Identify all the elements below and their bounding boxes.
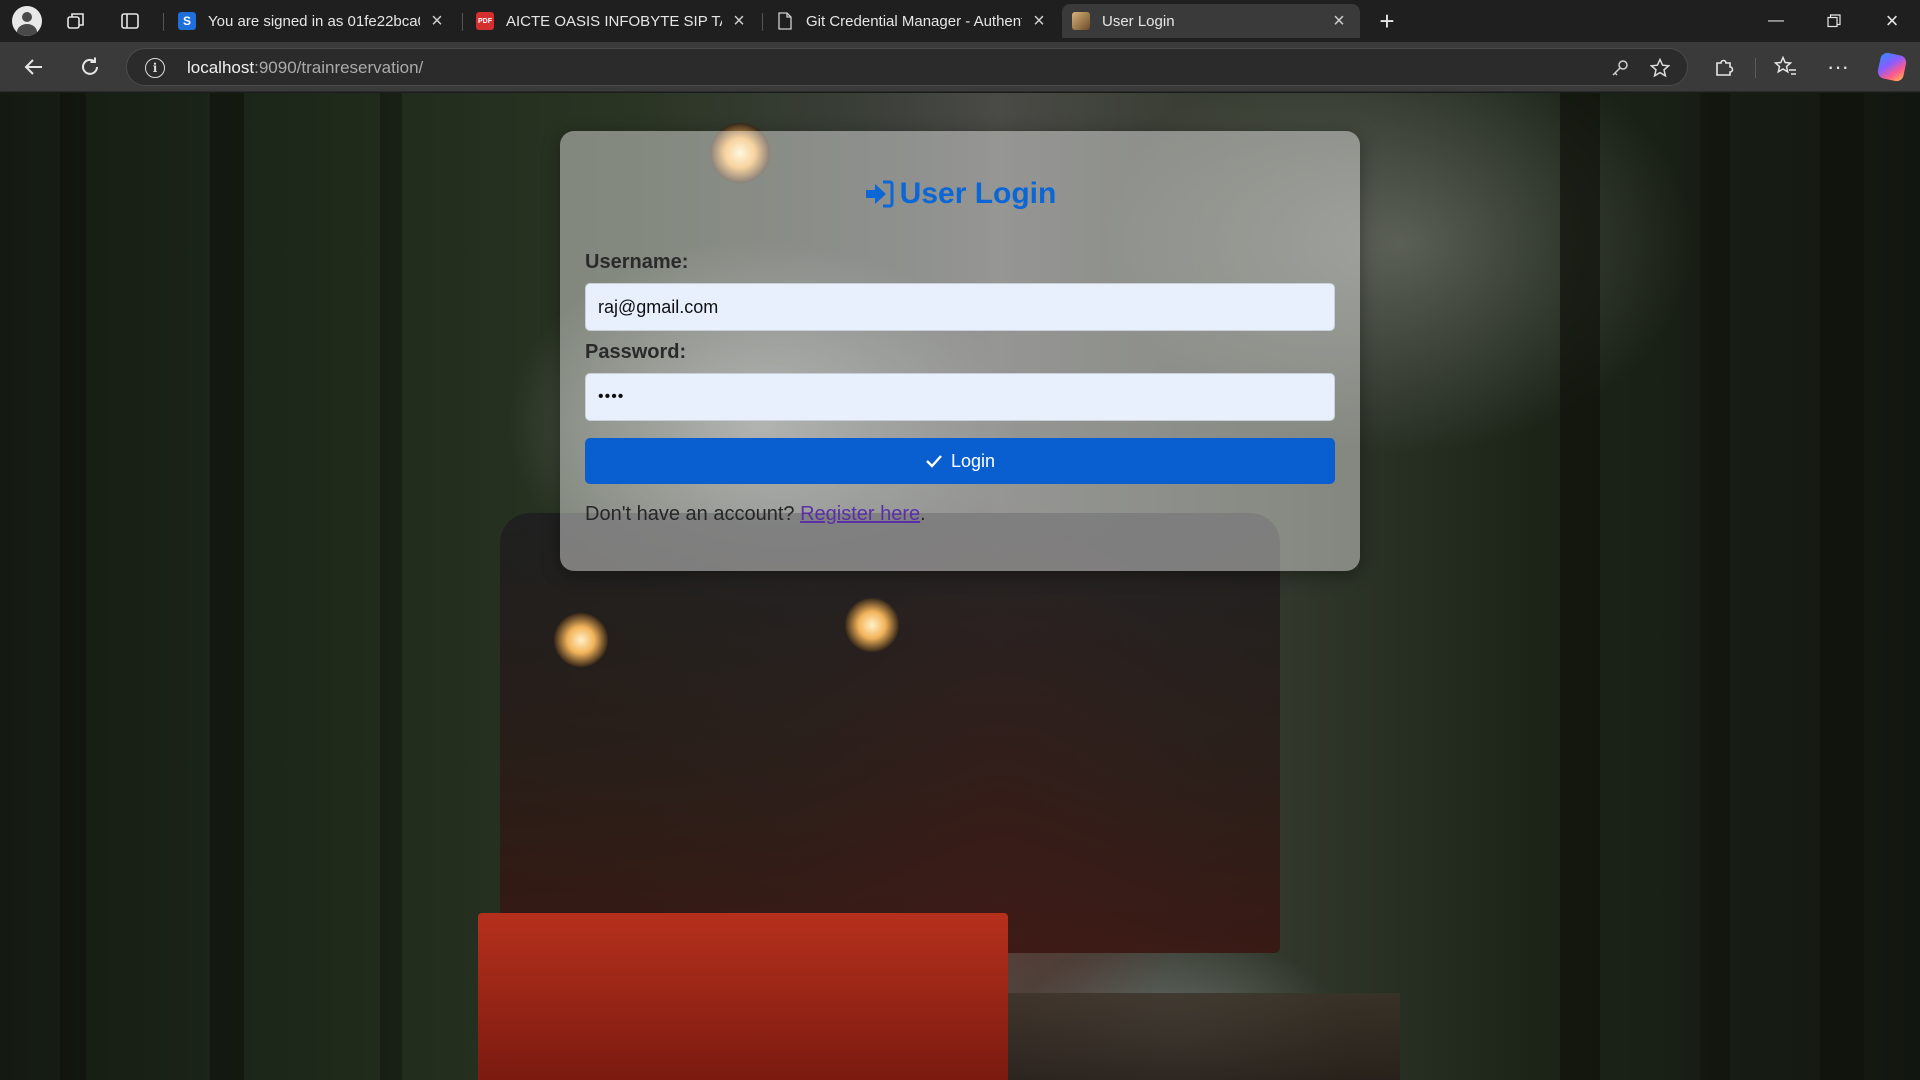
background-tree bbox=[210, 93, 244, 1080]
login-title-text: User Login bbox=[899, 177, 1057, 210]
extensions-puzzle-icon bbox=[1716, 59, 1734, 76]
username-label: Username: bbox=[585, 251, 689, 273]
login-button-label: Login bbox=[950, 450, 996, 471]
minimize-button[interactable]: — bbox=[1748, 0, 1804, 42]
steam-locomotive bbox=[500, 513, 1280, 953]
background-tree bbox=[1820, 93, 1864, 1080]
copilot-button[interactable] bbox=[1876, 51, 1908, 83]
close-tab-icon[interactable]: × bbox=[728, 10, 750, 32]
tab-actions-icon bbox=[121, 13, 139, 29]
close-tab-icon[interactable]: × bbox=[1328, 10, 1350, 32]
background-tree bbox=[1560, 93, 1600, 1080]
url-host: localhost bbox=[187, 58, 255, 77]
tab-separator bbox=[462, 13, 463, 31]
locomotive-front-buffer bbox=[478, 913, 1008, 1080]
headlamp-right bbox=[845, 598, 899, 652]
tab-signed-in[interactable]: S You are signed in as 01fe22bca00 × bbox=[168, 4, 458, 38]
settings-more-button[interactable]: ··· bbox=[1822, 51, 1854, 83]
login-heading: User Login bbox=[560, 177, 1360, 211]
tab-separator bbox=[762, 13, 763, 31]
favorites-list-icon bbox=[1774, 56, 1796, 75]
restore-button[interactable] bbox=[1806, 0, 1862, 42]
sign-in-icon bbox=[864, 180, 894, 208]
restore-icon bbox=[1827, 14, 1841, 28]
toolbar-separator bbox=[1755, 58, 1756, 78]
login-card: User Login Username: raj@gmail.com Passw… bbox=[560, 131, 1360, 571]
vertical-tabs-button[interactable] bbox=[112, 4, 148, 38]
password-mask: •••• bbox=[598, 388, 625, 405]
minimize-icon: — bbox=[1768, 12, 1784, 29]
close-icon: × bbox=[1885, 8, 1899, 33]
pdf-favicon-icon: PDF bbox=[476, 12, 494, 30]
register-prompt-text: Don't have an account? bbox=[585, 503, 795, 525]
copilot-icon bbox=[1876, 51, 1908, 83]
reload-icon bbox=[82, 57, 98, 75]
workspaces-icon bbox=[67, 13, 84, 29]
login-button[interactable]: Login bbox=[585, 438, 1335, 484]
page-viewport: User Login Username: raj@gmail.com Passw… bbox=[0, 93, 1920, 1080]
password-input[interactable]: •••• bbox=[585, 373, 1335, 421]
address-bar[interactable]: i localhost:9090/trainreservation/ bbox=[126, 48, 1688, 86]
close-window-button[interactable]: × bbox=[1864, 0, 1920, 42]
username-input[interactable]: raj@gmail.com bbox=[585, 283, 1335, 331]
close-tab-icon[interactable]: × bbox=[426, 10, 448, 32]
browser-toolbar: i localhost:9090/trainreservation/ ··· bbox=[0, 42, 1920, 92]
profile-avatar-icon bbox=[12, 6, 42, 36]
tab-separator bbox=[163, 13, 164, 31]
background-tree bbox=[60, 93, 86, 1080]
reload-button[interactable] bbox=[72, 49, 108, 85]
background-tree bbox=[1700, 93, 1730, 1080]
register-link[interactable]: Register here bbox=[800, 503, 920, 525]
tab-user-login[interactable]: User Login × bbox=[1062, 4, 1360, 38]
background-tree bbox=[380, 93, 402, 1080]
document-favicon-icon bbox=[776, 12, 794, 30]
checkmark-icon bbox=[926, 455, 942, 468]
site-info-icon[interactable]: i bbox=[145, 58, 165, 78]
username-value: raj@gmail.com bbox=[598, 296, 719, 317]
image-favicon-icon bbox=[1072, 12, 1090, 30]
register-suffix: . bbox=[920, 503, 926, 525]
profile-button[interactable] bbox=[9, 4, 45, 38]
url-text[interactable]: localhost:9090/trainreservation/ bbox=[187, 58, 423, 78]
url-path: :9090/trainreservation/ bbox=[254, 58, 424, 77]
close-tab-icon[interactable]: × bbox=[1028, 10, 1050, 32]
new-tab-button[interactable]: + bbox=[1370, 6, 1404, 36]
tab-title: Git Credential Manager - Authent bbox=[806, 12, 1022, 30]
s-favicon-icon: S bbox=[178, 12, 196, 30]
tab-title: User Login bbox=[1102, 12, 1175, 30]
password-label: Password: bbox=[585, 341, 687, 363]
favorite-star-icon[interactable] bbox=[1647, 55, 1673, 81]
favorites-button[interactable] bbox=[1770, 51, 1802, 83]
headlamp-left bbox=[554, 613, 608, 667]
tab-aicte-pdf[interactable]: PDF AICTE OASIS INFOBYTE SIP TASK L × bbox=[466, 4, 760, 38]
back-arrow-icon bbox=[24, 59, 42, 75]
workspaces-button[interactable] bbox=[58, 4, 94, 38]
plus-icon: + bbox=[1379, 5, 1395, 36]
password-key-icon[interactable] bbox=[1607, 55, 1633, 81]
register-prompt: Don't have an account? Register here. bbox=[585, 503, 926, 526]
tab-title: AICTE OASIS INFOBYTE SIP TASK L bbox=[506, 12, 722, 30]
tab-git-credential-manager[interactable]: Git Credential Manager - Authent × bbox=[766, 4, 1060, 38]
more-dots-icon: ··· bbox=[1827, 54, 1849, 79]
back-button[interactable] bbox=[16, 49, 52, 85]
extensions-button[interactable] bbox=[1708, 51, 1740, 83]
tab-title: You are signed in as 01fe22bca00 bbox=[208, 12, 420, 30]
tab-strip: S You are signed in as 01fe22bca00 × PDF… bbox=[0, 0, 1920, 42]
